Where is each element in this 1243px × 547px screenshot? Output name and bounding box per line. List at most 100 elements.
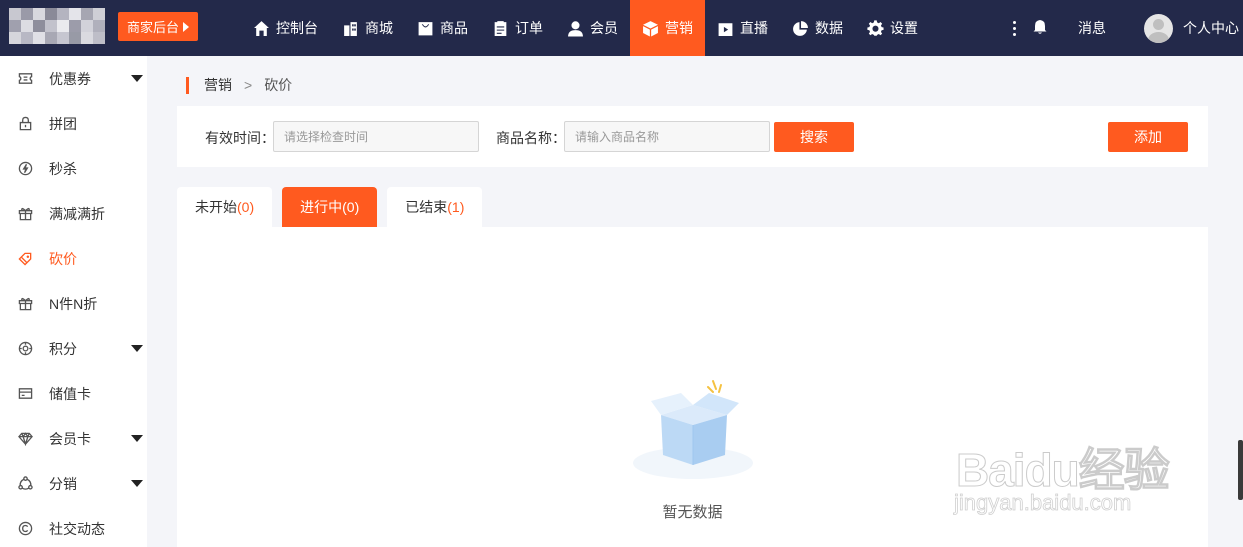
status-tabs: 未开始 (0) 进行中 (0) 已结束 (1) xyxy=(177,187,492,227)
cube-icon xyxy=(643,20,658,36)
nav-label: 直播 xyxy=(740,20,768,36)
gift-icon xyxy=(17,296,33,312)
sidebar-item-label: 秒杀 xyxy=(49,160,77,177)
sidebar-item-points[interactable]: 积分 xyxy=(0,326,147,371)
tv-icon xyxy=(718,20,733,36)
nav-goods[interactable]: 商品 xyxy=(405,0,480,56)
tag-icon xyxy=(17,251,33,267)
caret-down-icon xyxy=(131,435,143,442)
content-panel: 暂无数据 xyxy=(177,227,1208,547)
nav-label: 控制台 xyxy=(276,20,318,36)
card-icon xyxy=(17,386,33,402)
sidebar-item-coupon[interactable]: 优惠券 xyxy=(0,56,147,101)
nav-data[interactable]: 数据 xyxy=(780,0,855,56)
nav-label: 数据 xyxy=(815,20,843,36)
tab-count: (1) xyxy=(447,199,465,215)
messages-link[interactable]: 消息 xyxy=(1078,18,1106,38)
sidebar-item-label: N件N折 xyxy=(49,295,98,312)
sidebar-item-label: 储值卡 xyxy=(49,385,91,402)
nav-label: 订单 xyxy=(515,20,543,36)
sidebar: 优惠券 拼团 秒杀 满减满折 砍价 N件N折 积分 储值卡 会员卡 分销 社交动… xyxy=(0,56,147,547)
tab-label: 进行中 xyxy=(300,199,343,215)
sidebar-item-label: 会员卡 xyxy=(49,430,91,447)
empty-state-text: 暂无数据 xyxy=(662,504,723,521)
top-right-area: 消息 个人中心 xyxy=(1004,0,1243,56)
nav-label: 会员 xyxy=(590,20,618,36)
sidebar-item-label: 优惠券 xyxy=(49,70,91,87)
breadcrumb-separator: > xyxy=(244,77,253,93)
sidebar-item-label: 砍价 xyxy=(49,250,77,267)
bag-icon xyxy=(418,21,433,35)
sidebar-item-distribution[interactable]: 分销 xyxy=(0,461,147,506)
home-icon xyxy=(254,20,269,36)
scrollbar[interactable] xyxy=(1238,440,1243,500)
search-button[interactable]: 搜索 xyxy=(774,122,854,152)
valid-time-label: 有效时间： xyxy=(205,130,275,146)
sidebar-item-social-feed[interactable]: 社交动态 xyxy=(0,506,147,547)
breadcrumb-parent[interactable]: 营销 xyxy=(204,75,232,95)
user-center-link[interactable]: 个人中心 xyxy=(1183,18,1239,38)
merchant-backend-label: 商家后台 xyxy=(126,20,179,35)
caret-down-icon xyxy=(131,75,143,82)
tab-not-started[interactable]: 未开始 (0) xyxy=(177,187,273,227)
valid-time-input[interactable] xyxy=(273,121,479,152)
sidebar-item-n-pieces-discount[interactable]: N件N折 xyxy=(0,281,147,326)
merchant-backend-button[interactable]: 商家后台 xyxy=(118,12,198,41)
nav-label: 商城 xyxy=(365,20,393,36)
tab-ended[interactable]: 已结束 (1) xyxy=(387,187,483,227)
main-nav: 控制台 商城 商品 订单 会员 营销 直播 数据 设置 xyxy=(241,0,930,56)
building-icon xyxy=(344,21,357,36)
nav-marketing[interactable]: 营销 xyxy=(630,0,705,56)
breadcrumb-current: 砍价 xyxy=(264,77,293,93)
diamond-icon xyxy=(17,431,33,447)
ticket-icon xyxy=(17,71,33,87)
tab-count: (0) xyxy=(237,199,255,215)
share-icon xyxy=(17,476,33,492)
nav-label: 设置 xyxy=(890,20,918,36)
sidebar-item-flash-sale[interactable]: 秒杀 xyxy=(0,146,147,191)
caret-right-icon xyxy=(183,21,189,32)
sidebar-item-member-card[interactable]: 会员卡 xyxy=(0,416,147,461)
nav-dashboard[interactable]: 控制台 xyxy=(241,0,330,56)
sidebar-item-label: 分销 xyxy=(49,475,77,492)
nav-settings[interactable]: 设置 xyxy=(855,0,930,56)
tab-in-progress[interactable]: 进行中 (0) xyxy=(282,187,378,227)
lock-icon xyxy=(17,116,33,132)
add-button[interactable]: 添加 xyxy=(1108,122,1188,152)
copyright-icon xyxy=(17,521,33,537)
sidebar-item-label: 社交动态 xyxy=(49,520,105,537)
tab-label: 已结束 xyxy=(405,199,448,215)
pie-icon xyxy=(793,20,808,36)
nav-orders[interactable]: 订单 xyxy=(480,0,555,56)
sidebar-item-bargain[interactable]: 砍价 xyxy=(0,236,147,281)
bolt-icon xyxy=(17,161,33,177)
tab-count: (0) xyxy=(342,199,360,215)
breadcrumb: 营销 > 砍价 xyxy=(186,75,292,95)
avatar[interactable] xyxy=(1144,13,1173,43)
sidebar-item-stored-value-card[interactable]: 储值卡 xyxy=(0,371,147,416)
caret-down-icon xyxy=(131,480,143,487)
target-icon xyxy=(17,341,33,357)
top-bar: 商家后台 控制台 商城 商品 订单 会员 营销 直播 数据 设置 消息 个人中心 xyxy=(0,0,1243,56)
sidebar-item-group-buy[interactable]: 拼团 xyxy=(0,101,147,146)
gear-icon xyxy=(867,19,884,36)
more-vertical-icon[interactable] xyxy=(1004,20,1024,36)
sidebar-item-label: 积分 xyxy=(49,340,77,357)
sidebar-item-label: 满减满折 xyxy=(49,205,105,222)
bell-icon[interactable] xyxy=(1032,19,1048,38)
logo xyxy=(9,8,105,44)
nav-label: 商品 xyxy=(440,20,468,36)
nav-members[interactable]: 会员 xyxy=(555,0,630,56)
nav-mall[interactable]: 商城 xyxy=(330,0,405,56)
breadcrumb-accent-bar xyxy=(186,76,189,94)
sidebar-item-label: 拼团 xyxy=(49,115,77,132)
product-name-input[interactable] xyxy=(564,121,770,152)
sidebar-item-full-reduction[interactable]: 满减满折 xyxy=(0,191,147,236)
nav-live[interactable]: 直播 xyxy=(705,0,780,56)
filter-bar: 有效时间： 商品名称： 搜索 添加 xyxy=(177,106,1208,167)
clipboard-icon xyxy=(494,20,507,36)
nav-label: 营销 xyxy=(665,20,693,36)
tab-label: 未开始 xyxy=(195,199,237,215)
gift-icon xyxy=(17,206,33,222)
user-icon xyxy=(568,20,583,36)
